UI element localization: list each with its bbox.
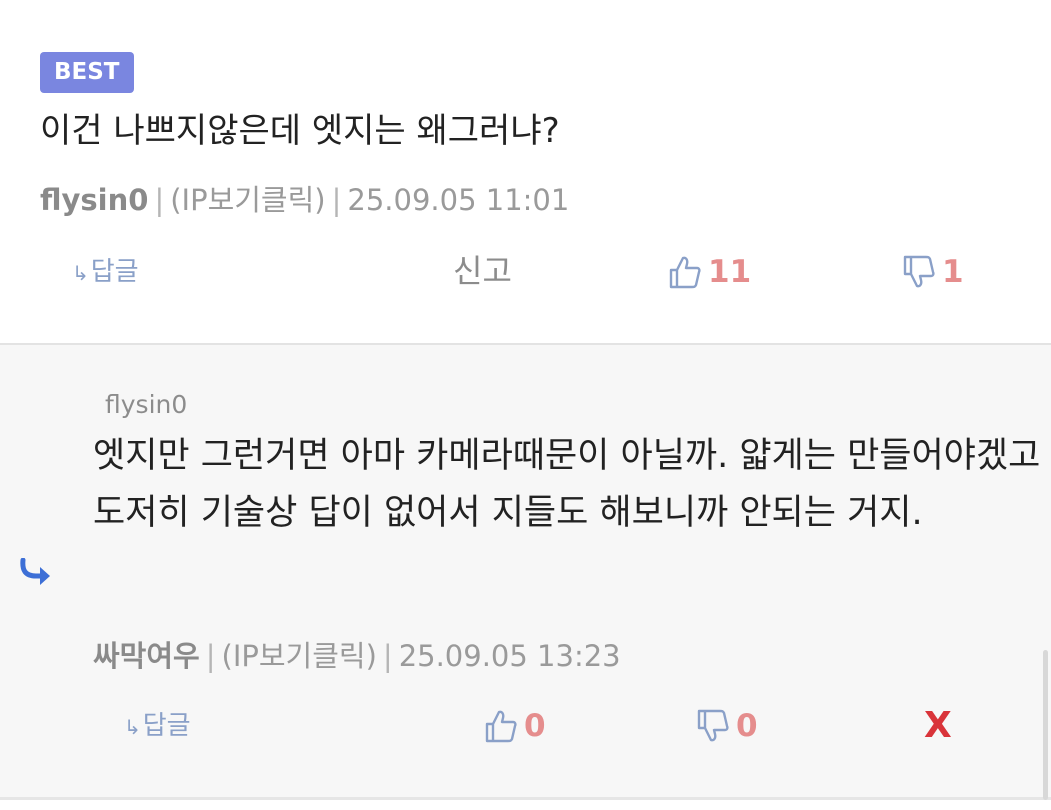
thumbs-down-icon [696,708,730,744]
meta-separator: | [154,183,165,217]
comment-author[interactable]: flysin0 [40,183,148,217]
upvote-count: 11 [708,254,752,290]
bottom-border [0,797,1051,800]
reply-date: 25.09.05 13:23 [398,639,621,673]
meta-separator: | [205,639,216,673]
downvote-count: 1 [942,254,964,290]
scrollbar[interactable] [1043,650,1048,800]
reply-arrow-icon: ↳ [72,261,89,285]
reply-label: 답글 [90,257,139,287]
upvote-count: 0 [524,708,546,744]
downvote-button[interactable]: 1 [902,250,964,294]
best-badge: BEST [40,52,134,93]
meta-separator: | [331,183,342,217]
ip-view-link[interactable]: (IP보기클릭) [170,183,325,217]
comment-date: 25.09.05 11:01 [347,183,570,217]
downvote-count: 0 [736,708,758,744]
meta-separator: | [382,639,393,673]
comment-meta: flysin0 | (IP보기클릭) | 25.09.05 11:01 [40,180,569,220]
reply-button[interactable]: ↳답글 [72,250,139,295]
thumbs-up-icon [668,254,702,290]
upvote-button[interactable]: 0 [484,704,546,748]
reply-text: 엣지만 그런거면 아마 카메라때문이 아닐까. 얇게는 만들어야겠고 도저히 기… [93,436,1041,533]
downvote-button[interactable]: 0 [696,704,758,748]
reply-author[interactable]: 싸막여우 [93,639,200,673]
reply-arrow-icon: ↳ [124,715,141,739]
nested-reply-arrow-icon [18,557,54,592]
thumbs-down-icon [902,254,936,290]
best-comment: BEST 이건 나쁘지않은데 엣지는 왜그러냐? flysin0 | (IP보기클릭… [0,0,1051,343]
report-button[interactable]: 신고 [453,249,512,293]
upvote-button[interactable]: 11 [668,250,751,294]
reply-meta: 싸막여우 | (IP보기클릭) | 25.09.05 13:23 [93,636,621,676]
reply-to-user: flysin0 [105,390,188,419]
reply-label: 답글 [142,711,191,741]
reply-button[interactable]: ↳답글 [124,704,191,749]
delete-button[interactable]: X [924,704,952,748]
thumbs-up-icon [484,708,518,744]
ip-view-link[interactable]: (IP보기클릭) [222,639,377,673]
comment-text: 이건 나쁘지않은데 엣지는 왜그러냐? [40,111,560,151]
